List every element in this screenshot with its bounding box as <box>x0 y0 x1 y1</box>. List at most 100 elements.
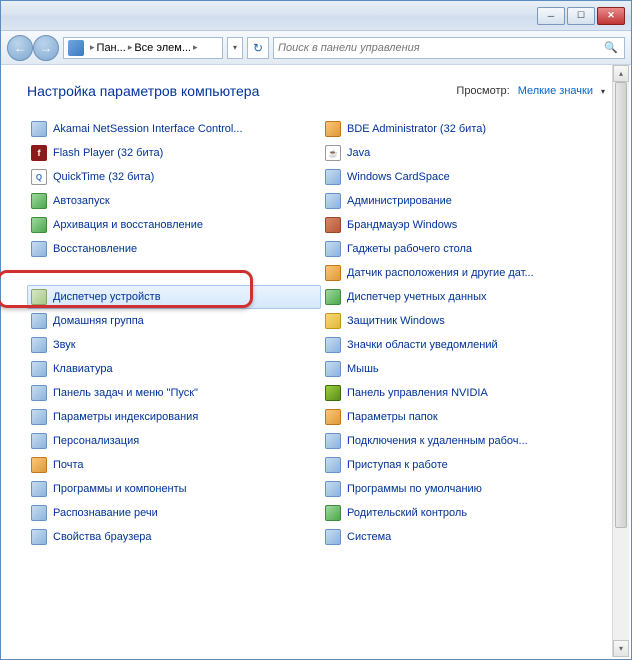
item-label: Почта <box>53 459 84 471</box>
green-icon <box>31 193 47 209</box>
titlebar: ─ ☐ ✕ <box>1 1 631 31</box>
control-panel-item[interactable]: Брандмауэр Windows <box>321 213 615 237</box>
item-label: Восстановление <box>53 243 137 255</box>
control-panel-item[interactable]: BDE Administrator (32 бита) <box>321 117 615 141</box>
control-panel-item[interactable]: Windows CardSpace <box>321 165 615 189</box>
control-panel-item[interactable]: Диспетчер устройств <box>27 285 321 309</box>
search-icon[interactable]: 🔍 <box>602 41 620 54</box>
control-panel-item[interactable]: Распознавание речи <box>27 501 321 525</box>
control-panel-item[interactable]: Панель управления NVIDIA <box>321 381 615 405</box>
orange-icon <box>325 121 341 137</box>
control-panel-item[interactable]: Восстановление <box>27 237 321 261</box>
generic-icon <box>325 481 341 497</box>
control-panel-item[interactable]: Гаджеты рабочего стола <box>321 237 615 261</box>
item-label: Java <box>347 147 370 159</box>
search-box: 🔍 <box>273 37 625 59</box>
scroll-down-button[interactable]: ▾ <box>613 640 629 657</box>
generic-icon <box>31 505 47 521</box>
control-panel-item[interactable]: Автозапуск <box>27 189 321 213</box>
item-label: Администрирование <box>347 195 452 207</box>
control-panel-item[interactable]: Диспетчер учетных данных <box>321 285 615 309</box>
control-panel-item[interactable]: Защитник Windows <box>321 309 615 333</box>
control-panel-item[interactable]: Параметры индексирования <box>27 405 321 429</box>
content-header: Настройка параметров компьютера Просмотр… <box>1 65 631 109</box>
control-panel-item[interactable]: QQuickTime (32 бита) <box>27 165 321 189</box>
brick-icon <box>325 217 341 233</box>
flash-icon: f <box>31 145 47 161</box>
scroll-track[interactable] <box>613 82 629 640</box>
item-label: Windows CardSpace <box>347 171 450 183</box>
control-panel-item[interactable]: Датчик расположения и другие дат... <box>321 261 615 285</box>
control-panel-item[interactable]: Администрирование <box>321 189 615 213</box>
scroll-up-button[interactable]: ▴ <box>613 65 629 82</box>
generic-icon <box>31 481 47 497</box>
maximize-button[interactable]: ☐ <box>567 7 595 25</box>
control-panel-item[interactable]: Приступая к работе <box>321 453 615 477</box>
control-panel-item[interactable]: Система <box>321 525 615 549</box>
item-label: BDE Administrator (32 бита) <box>347 123 486 135</box>
generic-icon <box>31 241 47 257</box>
item-label: QuickTime (32 бита) <box>53 171 154 183</box>
item-label: Диспетчер учетных данных <box>347 291 487 303</box>
nvidia-icon <box>325 385 341 401</box>
back-button[interactable]: ← <box>7 35 33 61</box>
view-dropdown-icon[interactable]: ▾ <box>601 87 605 96</box>
search-input[interactable] <box>278 42 602 54</box>
generic-icon <box>31 385 47 401</box>
item-label: Защитник Windows <box>347 315 445 327</box>
control-panel-item[interactable]: ☕Java <box>321 141 615 165</box>
control-panel-item[interactable]: Программы и компоненты <box>27 477 321 501</box>
green-icon <box>325 289 341 305</box>
control-panel-item[interactable]: Akamai NetSession Interface Control... <box>27 117 321 141</box>
control-panel-item[interactable]: fFlash Player (32 бита) <box>27 141 321 165</box>
control-panel-item[interactable]: Панель задач и меню "Пуск" <box>27 381 321 405</box>
control-panel-item[interactable]: Свойства браузера <box>27 525 321 549</box>
item-label: Программы по умолчанию <box>347 483 482 495</box>
device-icon <box>31 289 47 305</box>
items-area: Akamai NetSession Interface Control...fF… <box>1 109 631 557</box>
refresh-button[interactable]: ↻ <box>247 37 269 59</box>
orange-icon <box>325 409 341 425</box>
control-panel-item[interactable]: Мышь <box>321 357 615 381</box>
control-panel-icon <box>68 40 84 56</box>
item-label: Звук <box>53 339 76 351</box>
control-panel-item[interactable]: Архивация и восстановление <box>27 213 321 237</box>
control-panel-item[interactable]: Персонализация <box>27 429 321 453</box>
item-label: Панель задач и меню "Пуск" <box>53 387 198 399</box>
control-panel-item[interactable]: Родительский контроль <box>321 501 615 525</box>
scroll-thumb[interactable] <box>615 82 627 528</box>
item-label: Архивация и восстановление <box>53 219 203 231</box>
item-label: Программы и компоненты <box>53 483 187 495</box>
control-panel-item[interactable]: Подключения к удаленным рабоч... <box>321 429 615 453</box>
item-label: Панель управления NVIDIA <box>347 387 488 399</box>
generic-icon <box>31 409 47 425</box>
item-label: Значки области уведомлений <box>347 339 498 351</box>
item-label: Приступая к работе <box>347 459 448 471</box>
control-panel-item[interactable]: Программы по умолчанию <box>321 477 615 501</box>
item-label: Гаджеты рабочего стола <box>347 243 472 255</box>
control-panel-item[interactable]: Звук <box>27 333 321 357</box>
generic-icon <box>325 457 341 473</box>
control-panel-item[interactable]: Клавиатура <box>27 357 321 381</box>
breadcrumb-part[interactable]: Пан... <box>97 42 126 54</box>
orange-icon <box>31 457 47 473</box>
generic-icon <box>31 337 47 353</box>
forward-button[interactable]: → <box>33 35 59 61</box>
item-label: Клавиатура <box>53 363 113 375</box>
control-panel-item[interactable]: Домашняя группа <box>27 309 321 333</box>
breadcrumb[interactable]: ▸ Пан... ▸ Все элем... ▸ <box>63 37 223 59</box>
orange-icon <box>325 265 341 281</box>
breadcrumb-dropdown[interactable]: ▾ <box>227 37 243 59</box>
control-panel-item[interactable]: Значки области уведомлений <box>321 333 615 357</box>
nav-arrows: ← → <box>7 35 59 61</box>
view-control: Просмотр: Мелкие значки ▾ <box>456 85 605 97</box>
close-button[interactable]: ✕ <box>597 7 625 25</box>
view-mode-link[interactable]: Мелкие значки <box>518 85 593 97</box>
view-label: Просмотр: <box>456 85 509 97</box>
breadcrumb-part[interactable]: Все элем... <box>134 42 191 54</box>
control-panel-item[interactable]: Параметры папок <box>321 405 615 429</box>
generic-icon <box>31 433 47 449</box>
control-panel-item[interactable]: Почта <box>27 453 321 477</box>
minimize-button[interactable]: ─ <box>537 7 565 25</box>
vertical-scrollbar[interactable]: ▴ ▾ <box>612 65 629 657</box>
